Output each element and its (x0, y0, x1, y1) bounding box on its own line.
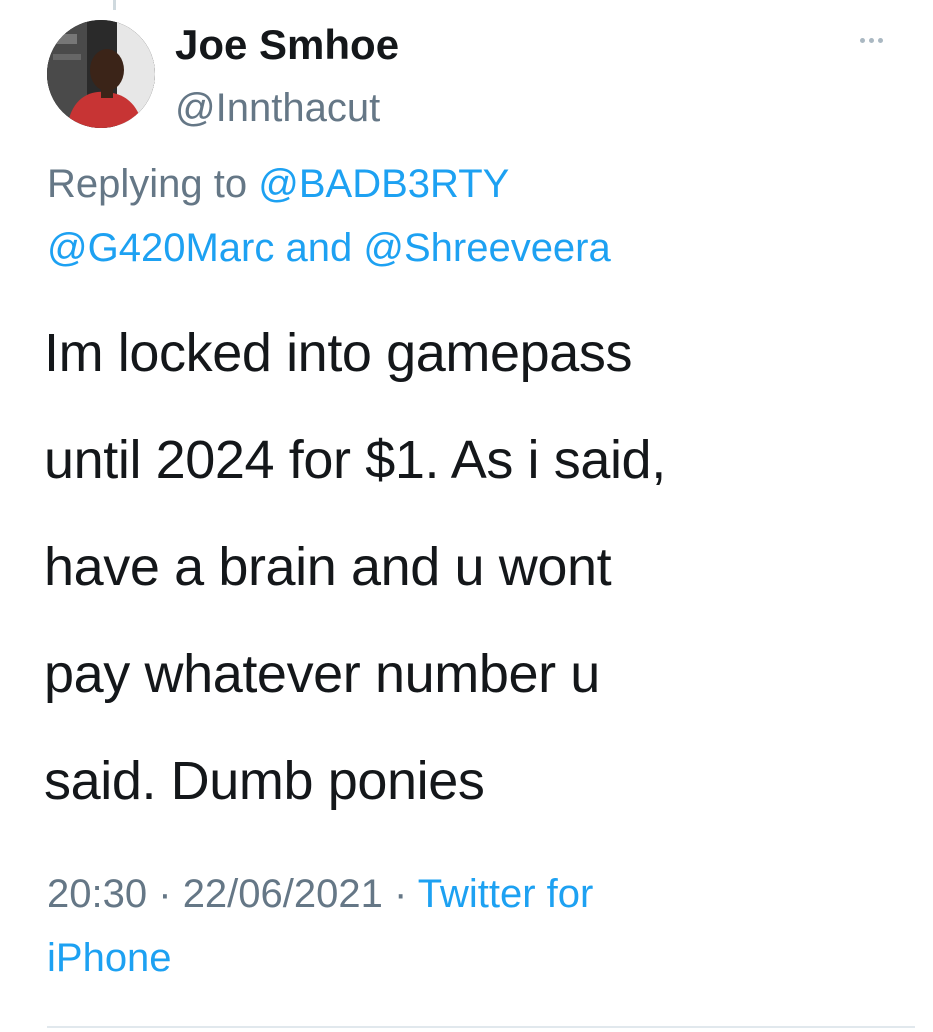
tweet-text-line: said. Dumb ponies (44, 751, 485, 811)
divider (47, 1026, 915, 1028)
tweet-text-line: pay whatever number u (44, 644, 600, 704)
tweet-source-link[interactable]: iPhone (47, 936, 172, 980)
author-handle[interactable]: @Innthacut (175, 84, 380, 132)
meta-separator: · (158, 872, 172, 916)
more-options-button[interactable] (851, 30, 891, 50)
more-horizontal-icon-dot (868, 37, 874, 43)
tweet-text-line: have a brain and u wont (44, 537, 612, 597)
avatar[interactable] (47, 20, 155, 128)
reply-joiner[interactable]: and (285, 226, 352, 270)
tweet-source-link[interactable]: Twitter for (418, 872, 594, 916)
tweet-date[interactable]: 22/06/2021 (183, 872, 383, 916)
tweet-text-line: Im locked into gamepass (44, 323, 633, 383)
more-horizontal-icon-dot (877, 37, 883, 43)
meta-separator: · (394, 872, 408, 916)
reply-context: Replying to @BADB3RTY @G420Marc and @Shr… (47, 152, 907, 280)
tweet-text-line: until 2024 for $1. As i said, (44, 430, 666, 490)
mention-link[interactable]: @Shreeveera (363, 226, 610, 270)
tweet-time[interactable]: 20:30 (47, 872, 147, 916)
mention-link[interactable]: @BADB3RTY (258, 162, 509, 206)
avatar-image (47, 20, 155, 128)
author-display-name[interactable]: Joe Smhoe (175, 20, 399, 70)
thread-connector-line (113, 0, 116, 10)
tweet-metadata: 20:30 · 22/06/2021 · Twitter for iPhone (47, 862, 907, 990)
tweet-text: Im locked into gamepass until 2024 for $… (44, 300, 914, 835)
mention-link[interactable]: @G420Marc (47, 226, 274, 270)
reply-prefix: Replying to (47, 162, 248, 206)
more-horizontal-icon (859, 37, 865, 43)
